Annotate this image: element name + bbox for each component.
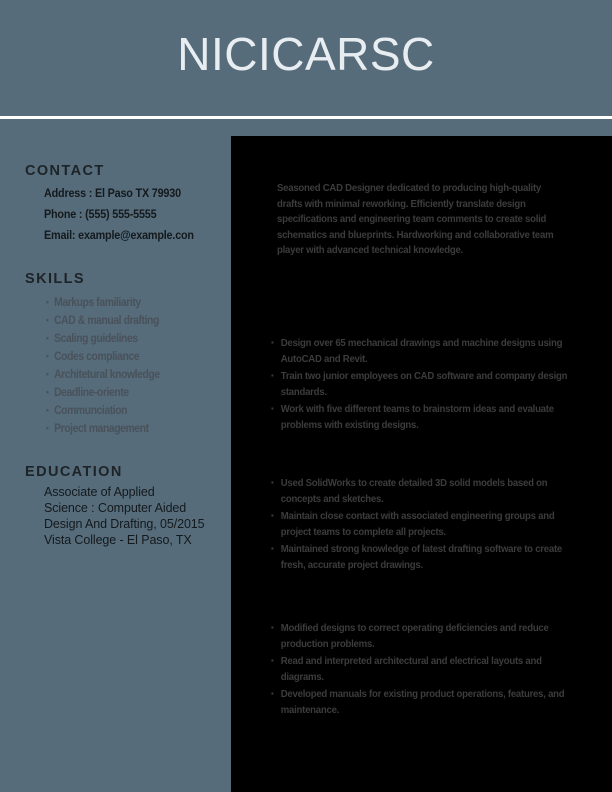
experience-bullet-list: Modified designs to correct operating de…	[271, 620, 591, 719]
bullet-icon: •	[46, 351, 49, 361]
skill-item: • Communciation	[46, 405, 127, 417]
experience-bullet: Maintain close contact with associated e…	[271, 508, 581, 540]
experience-bullet: Design over 65 mechanical drawings and m…	[271, 335, 581, 367]
education-heading: EDUCATION	[25, 464, 123, 480]
education-line: Associate of Applied	[44, 485, 155, 499]
bullet-icon: •	[46, 405, 49, 415]
skill-label: Project management	[54, 423, 149, 435]
skill-item: • Deadline-oriente	[46, 387, 129, 399]
skill-label: Communciation	[54, 405, 128, 417]
education-line: Vista College - El Paso, TX	[44, 533, 192, 547]
bullet-icon: •	[46, 387, 49, 397]
bullet-icon: •	[46, 423, 49, 433]
professional-summary: Seasoned CAD Designer dedicated to produ…	[277, 183, 554, 257]
header-band: NICICARSC	[0, 0, 612, 116]
experience-block: Design over 65 mechanical drawings and m…	[271, 335, 591, 436]
contact-phone: Phone : (555) 555-5555	[44, 209, 157, 221]
skill-item: • Scaling guidelines	[46, 333, 138, 345]
bullet-icon: •	[46, 333, 49, 343]
experience-bullet: Used SolidWorks to create detailed 3D so…	[271, 475, 581, 507]
experience-bullet: Developed manuals for existing product o…	[271, 686, 581, 718]
skill-label: Markups familiarity	[54, 297, 141, 309]
left-sidebar: CONTACT Address : El Paso TX 79930 Phone…	[0, 119, 231, 792]
skill-label: Codes compliance	[54, 351, 140, 363]
education-line: Design And Drafting, 05/2015	[44, 517, 205, 531]
skill-item: • Markups familiarity	[46, 297, 141, 309]
candidate-name: NICICARSC	[177, 28, 435, 80]
education-line: Science : Computer Aided	[44, 501, 187, 515]
contact-email: Email: example@example.con	[44, 230, 194, 242]
experience-bullet: Maintained strong knowledge of latest dr…	[271, 541, 581, 573]
bullet-icon: •	[46, 369, 49, 379]
skill-item: • Architetural knowledge	[46, 369, 160, 381]
experience-bullet: Modified designs to correct operating de…	[271, 620, 581, 652]
skills-heading: SKILLS	[25, 271, 85, 287]
contact-address: Address : El Paso TX 79930	[44, 188, 181, 200]
main-content-panel: Seasoned CAD Designer dedicated to produ…	[231, 136, 612, 792]
skill-item: • CAD & manual drafting	[46, 315, 159, 327]
experience-bullet: Read and interpreted architectural and e…	[271, 653, 581, 685]
experience-block: Used SolidWorks to create detailed 3D so…	[271, 475, 591, 576]
skill-label: Deadline-oriente	[54, 387, 129, 399]
experience-bullet-list: Design over 65 mechanical drawings and m…	[271, 335, 591, 434]
skill-item: • Codes compliance	[46, 351, 139, 363]
experience-bullet-list: Used SolidWorks to create detailed 3D so…	[271, 475, 591, 574]
skill-label: Scaling guidelines	[54, 333, 138, 345]
bullet-icon: •	[46, 315, 49, 325]
skill-label: Architetural knowledge	[54, 369, 160, 381]
experience-bullet: Train two junior employees on CAD softwa…	[271, 368, 581, 400]
skill-item: • Project management	[46, 423, 149, 435]
experience-bullet: Work with five different teams to brains…	[271, 401, 581, 433]
resume-page: NICICARSC CONTACT Address : El Paso TX 7…	[0, 0, 612, 792]
contact-heading: CONTACT	[25, 163, 105, 179]
skill-label: CAD & manual drafting	[54, 315, 159, 327]
experience-block: Modified designs to correct operating de…	[271, 620, 591, 721]
bullet-icon: •	[46, 297, 49, 307]
